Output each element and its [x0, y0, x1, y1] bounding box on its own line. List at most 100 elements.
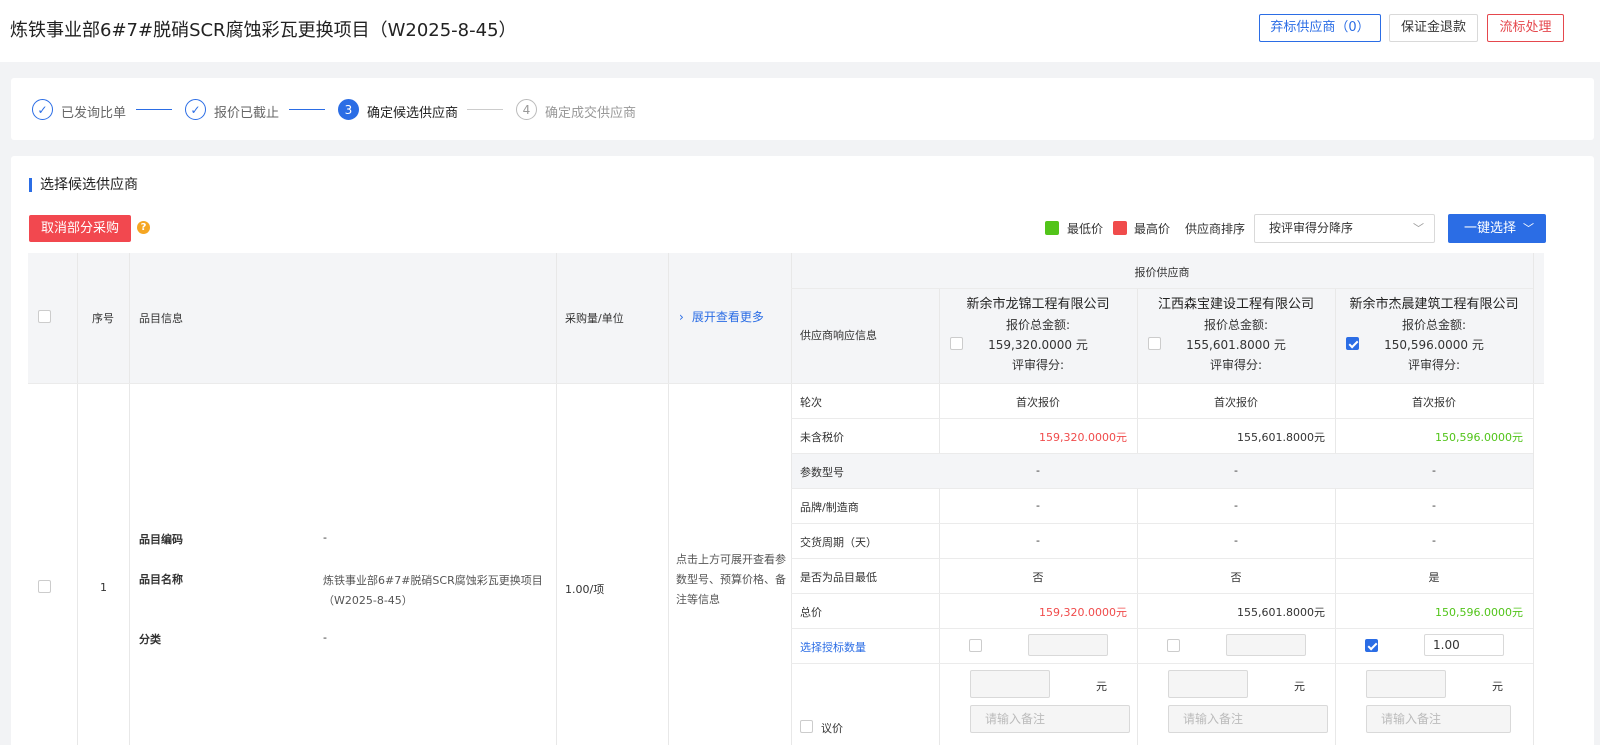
negotiate-price-input[interactable]: [1366, 670, 1446, 698]
page-header: 炼铁事业部6#7#脱硝SCR腐蚀彩瓦更换项目（W2025-8-45） 弃标供应商…: [0, 0, 1600, 62]
qty-unit-header: 采购量/单位: [565, 312, 624, 325]
supplier-select-checkbox[interactable]: [1148, 337, 1161, 350]
negotiate-price-input[interactable]: [970, 670, 1050, 698]
price-unit: 元: [1492, 680, 1503, 693]
row-select-checkbox[interactable]: [38, 580, 51, 593]
cancel-partial-purchase-button[interactable]: 取消部分采购: [29, 215, 131, 242]
row-divider: [791, 663, 1533, 664]
lowest-value: 否: [1230, 571, 1242, 584]
negotiate-price-input[interactable]: [1168, 670, 1248, 698]
row-divider: [791, 523, 1533, 524]
check-icon: ✓: [32, 99, 53, 120]
brand-value: -: [1036, 499, 1040, 512]
category-value: -: [323, 631, 327, 644]
award-checkbox[interactable]: [1167, 639, 1180, 652]
deposit-refund-button[interactable]: 保证金退款: [1389, 14, 1478, 42]
expand-hint-line-3: 注等信息: [676, 593, 720, 606]
highest-price-legend-swatch: [1113, 221, 1127, 235]
supplier-sort-label: 供应商排序: [1185, 222, 1246, 236]
chevron-down-icon: ﹀: [1523, 222, 1534, 235]
one-click-select-button[interactable]: 一键选择 ﹀: [1448, 214, 1546, 243]
round-value: 首次报价: [1016, 396, 1060, 409]
supplier-name: 新余市杰晨建筑工程有限公司: [1349, 297, 1519, 312]
total-amount-label: 报价总金额:: [1005, 318, 1071, 332]
check-icon: ✓: [185, 99, 206, 120]
category-label: 分类: [139, 633, 161, 646]
supplier-header: 江西森宝建设工程有限公司 报价总金额: 155,601.8000 元 评审得分:: [1137, 295, 1335, 375]
lowest-price-legend-swatch: [1045, 221, 1059, 235]
expand-more-link[interactable]: › 展开查看更多: [679, 308, 764, 325]
comparison-table: 序号 品目信息 采购量/单位 › 展开查看更多 报价供应商 供应商响应信息 新余市…: [28, 253, 1544, 745]
chevron-right-icon: ›: [679, 310, 684, 324]
supplier-sort-select[interactable]: 按评审得分降序 ﹀: [1254, 214, 1435, 243]
expand-more-label: 展开查看更多: [691, 310, 764, 324]
review-score-label: 评审得分:: [1011, 358, 1065, 372]
untaxed-price: 150,596.0000元: [1435, 431, 1523, 444]
lowest-value: 否: [1032, 571, 1044, 584]
supplier-select-checkbox[interactable]: [950, 337, 963, 350]
column-divider: [668, 253, 669, 745]
supplier-name: 新余市龙锦工程有限公司: [966, 297, 1110, 312]
remark-input[interactable]: 请输入备注: [1366, 705, 1511, 733]
award-checkbox[interactable]: [1365, 639, 1378, 652]
negotiate-checkbox[interactable]: [800, 720, 813, 733]
item-name-label: 品目名称: [139, 573, 183, 586]
step-connector: [467, 109, 503, 110]
award-qty-input[interactable]: [1226, 634, 1306, 656]
seq-header: 序号: [92, 312, 114, 325]
fail-bid-button[interactable]: 流标处理: [1487, 14, 1564, 42]
step-3-label: 确定候选供应商: [367, 106, 459, 121]
supplier-name: 江西森宝建设工程有限公司: [1157, 297, 1314, 312]
item-name-value: 炼铁事业部6#7#脱硝SCR腐蚀彩瓦更换项目 （W2025-8-45）: [323, 571, 543, 611]
row-label-negotiate: 议价: [821, 722, 843, 735]
item-info-header: 品目信息: [139, 312, 183, 325]
step-4-number: 4: [516, 99, 537, 120]
row-divider: [791, 418, 1533, 419]
supplier-response-header: 供应商响应信息: [800, 329, 877, 342]
total-price: 159,320.0000元: [1039, 606, 1127, 619]
abandon-supplier-button[interactable]: 弃标供应商（0）: [1259, 14, 1381, 42]
select-all-checkbox[interactable]: [38, 310, 51, 323]
brand-value: -: [1234, 499, 1238, 512]
award-qty-input[interactable]: 1.00: [1424, 634, 1504, 656]
row-divider: [791, 628, 1533, 629]
help-icon[interactable]: ?: [137, 221, 150, 234]
column-divider: [1533, 253, 1534, 745]
column-divider: [77, 253, 78, 745]
expand-hint-line-1: 点击上方可展开查看参: [676, 553, 786, 566]
progress-steps: ✓ 已发询比单 ✓ 报价已截止 3 确定候选供应商 4 确定成交供应商: [11, 78, 1594, 140]
item-name-line-2: （W2025-8-45）: [323, 594, 413, 607]
purchase-qty: 1.00/项: [565, 583, 605, 596]
award-qty-input[interactable]: [1028, 634, 1108, 656]
delivery-value: -: [1234, 534, 1238, 547]
row-divider: [791, 288, 1533, 289]
chevron-down-icon: ﹀: [1413, 222, 1424, 235]
expand-hint: 点击上方可展开查看参 数型号、预算价格、备 注等信息: [676, 550, 786, 610]
lowest-value: 是: [1428, 571, 1440, 584]
column-divider: [791, 253, 792, 745]
sort-select-value: 按评审得分降序: [1269, 221, 1354, 235]
award-checkbox[interactable]: [969, 639, 982, 652]
step-1-label: 已发询比单: [61, 106, 127, 121]
step-connector: [289, 109, 325, 110]
supplier-header: 新余市龙锦工程有限公司 报价总金额: 159,320.0000 元 评审得分:: [939, 295, 1137, 375]
item-code-label: 品目编码: [139, 533, 183, 546]
remark-input[interactable]: 请输入备注: [1168, 705, 1328, 733]
column-divider: [556, 253, 557, 745]
total-price: 155,601.8000元: [1237, 606, 1325, 619]
row-divider: [791, 558, 1533, 559]
row-label-delivery: 交货周期（天）: [800, 536, 877, 549]
param-value: -: [1432, 464, 1436, 477]
row-seq: 1: [100, 581, 107, 594]
delivery-value: -: [1432, 534, 1436, 547]
row-label-award-qty[interactable]: 选择授标数量: [800, 639, 866, 655]
expand-hint-line-2: 数型号、预算价格、备: [676, 573, 786, 586]
total-amount-value: 150,596.0000 元: [1384, 338, 1484, 352]
row-divider: [28, 383, 1544, 384]
remark-input[interactable]: 请输入备注: [970, 705, 1130, 733]
row-label-round: 轮次: [800, 396, 822, 409]
row-label-untaxed: 未含税价: [800, 431, 844, 444]
supplier-select-checkbox[interactable]: [1346, 337, 1359, 350]
total-price: 150,596.0000元: [1435, 606, 1523, 619]
item-name-line-1: 炼铁事业部6#7#脱硝SCR腐蚀彩瓦更换项目: [323, 574, 543, 587]
